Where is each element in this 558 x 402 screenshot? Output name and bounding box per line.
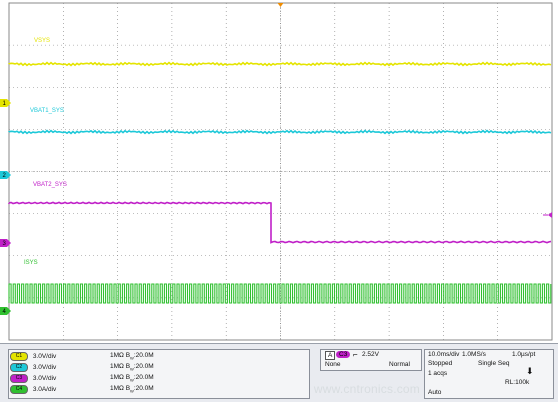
trigger-coupling: None: [325, 361, 341, 368]
watermark-text: www.cntronics.com: [313, 382, 420, 396]
waveform-label-vsys: VSYS: [34, 38, 51, 44]
waveform-isys: [8, 283, 552, 304]
waveform-vbat2-sys: [8, 201, 552, 244]
trigger-slope-icon: ⌐: [353, 350, 358, 359]
trigger-source-badge[interactable]: C3: [336, 351, 351, 358]
record-length: RL:100k: [505, 379, 530, 386]
channel-badge-c4[interactable]: C4: [10, 385, 28, 394]
timebase: 10.0ms/div: [428, 351, 460, 358]
channel-row-2[interactable]: C2 3.0V/div 1MΩ BW:20.0M: [10, 363, 154, 373]
trigger-position-marker: [277, 3, 284, 7]
trigger-level: 2.52V: [362, 351, 379, 358]
channel-impedance: 1MΩ BW:20.0M: [110, 385, 154, 394]
waveform-vbat1-sys: [8, 129, 552, 135]
channel-row-4[interactable]: C4 3.0A/div 1MΩ BW:20.0M: [10, 385, 154, 395]
trigger-type: Normal: [389, 361, 410, 368]
channel-scale: 3.0V/div: [32, 353, 57, 360]
acquisition-state: Stopped: [428, 360, 453, 367]
waveform-label-vbat1: VBAT1_SYS: [30, 108, 64, 114]
waveform-label-isys: ISYS: [24, 260, 38, 266]
oscilloscope-screen: 1234 VSYS VBAT1_SYS VBAT2_SYS ISYS: [0, 0, 558, 401]
channel-row-3[interactable]: C3 3.0V/div 1MΩ BW:20.0M: [10, 374, 154, 384]
sample-rate: 1.0MS/s: [462, 351, 486, 358]
channel-badge-c1[interactable]: C1: [10, 352, 28, 361]
channel-scale: 3.0V/div: [32, 375, 57, 382]
channel-row-1[interactable]: C1 3.0V/div 1MΩ BW:20.0M: [10, 352, 154, 362]
trigger-level-arrow: [548, 212, 552, 218]
waveform-display: 1234: [0, 2, 553, 341]
sequence-mode: Single Seq: [478, 360, 510, 367]
status-panel: C1 3.0V/div 1MΩ BW:20.0M C2 3.0V/div 1MΩ…: [0, 343, 558, 402]
channel-scale: 3.0V/div: [32, 364, 57, 371]
channel-impedance: 1MΩ BW:20.0M: [110, 363, 154, 372]
waveform-vsys: [8, 61, 552, 67]
channel-scale: 3.0A/div: [32, 386, 57, 393]
acquisition-count: 1 acqs: [428, 370, 448, 377]
channel-impedance: 1MΩ BW:20.0M: [110, 374, 154, 383]
arrow-down-icon: ⬇: [526, 366, 534, 376]
auto-mode: Auto: [428, 389, 442, 396]
trigger-mode-letter: A: [325, 351, 336, 360]
channel-badge-c2[interactable]: C2: [10, 363, 28, 372]
resolution: 1.0µs/pt: [512, 351, 536, 358]
channel-impedance: 1MΩ BW:20.0M: [110, 352, 154, 361]
channel-badge-c3[interactable]: C3: [10, 374, 28, 383]
waveform-label-vbat2: VBAT2_SYS: [33, 182, 67, 188]
